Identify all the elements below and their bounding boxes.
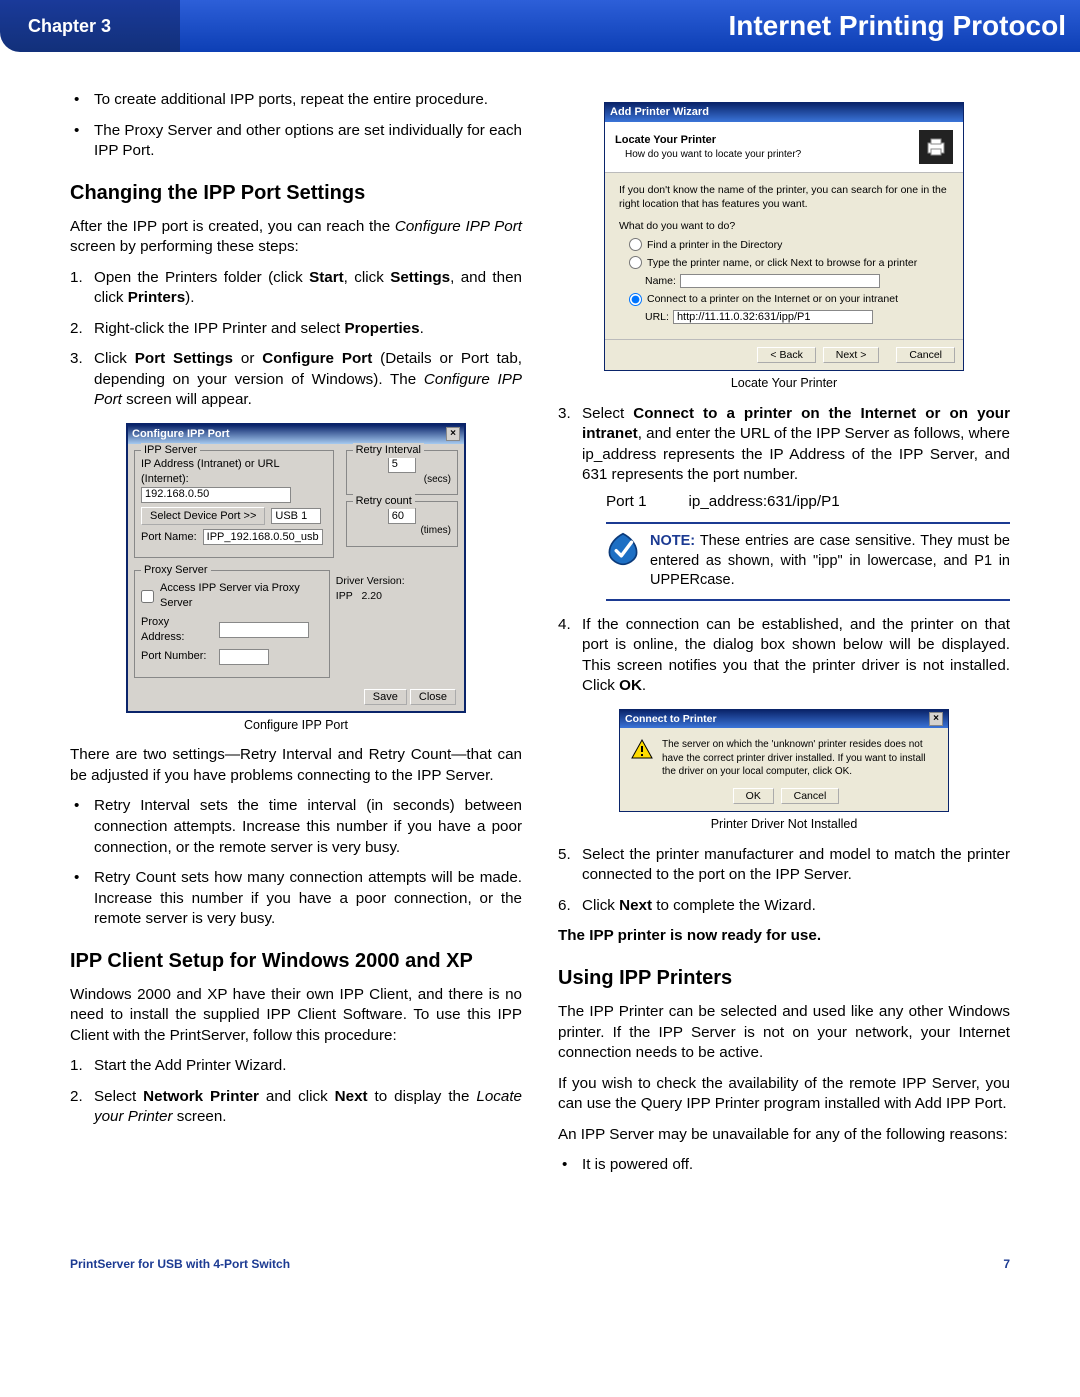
unit-label: (secs) [353,473,451,487]
step-item: Right-click the IPP Printer and select P… [70,319,522,340]
field-label: IP Address (Intranet) or URL (Internet): [141,457,327,487]
paragraph: After the IPP port is created, you can r… [70,217,522,258]
proxy-checkbox[interactable] [141,590,154,603]
page-title: Internet Printing Protocol [180,0,1080,52]
ip-input[interactable]: 192.168.0.50 [141,487,291,503]
note-callout: NOTE: These entries are case sensitive. … [606,522,1010,601]
portname-input[interactable]: IPP_192.168.0.50_usb [203,529,323,545]
group-label: Proxy Server [141,563,211,578]
wizard-subheading: How do you want to locate your printer? [625,148,801,162]
bullet-item: Retry Interval sets the time interval (i… [70,796,522,858]
proxy-address-input[interactable] [219,622,309,638]
device-input[interactable]: USB 1 [271,508,321,524]
paragraph: Windows 2000 and XP have their own IPP C… [70,985,522,1047]
figure-caption: Locate Your Printer [558,375,1010,392]
unit-label: (times) [353,524,451,538]
printer-name-input[interactable] [680,274,880,288]
driver-version: 2.20 [361,590,381,602]
back-button[interactable]: < Back [757,347,815,363]
field-label: Name: [645,274,676,288]
next-button[interactable]: Next > [823,347,880,363]
checkbox-label: Access IPP Server via Proxy Server [160,581,323,611]
field-label: Driver Version: [336,574,458,588]
step-item: Open the Printers folder (click Start, c… [70,268,522,309]
left-column: To create additional IPP ports, repeat t… [70,90,522,1185]
figure-locate-printer: Add Printer Wizard Locate Your Printer H… [558,102,1010,391]
field-label: URL: [645,310,669,324]
radio-label: Find a printer in the Directory [647,238,782,252]
figure-driver-not-installed: Connect to Printer × The server on which … [558,709,1010,833]
group-label: Retry count [353,494,415,509]
ok-button[interactable]: OK [733,788,774,804]
proxy-port-input[interactable] [219,649,269,665]
close-icon[interactable]: × [929,712,943,726]
figure-configure-ipp: Configure IPP Port × IPP Server IP Addres… [70,423,522,733]
cancel-button[interactable]: Cancel [896,347,955,363]
radio-label: Type the printer name, or click Next to … [647,256,917,270]
footer-product: PrintServer for USB with 4-Port Switch [70,1256,290,1272]
ready-text: The IPP printer is now ready for use. [558,926,1010,947]
group-label: Retry Interval [353,443,424,458]
url-input[interactable]: http://11.11.0.32:631/ipp/P1 [673,310,873,324]
close-button[interactable]: Close [410,689,456,705]
group-label: IPP Server [141,443,200,458]
port-value: ip_address:631/ipp/P1 [689,492,840,513]
right-column: Add Printer Wizard Locate Your Printer H… [558,90,1010,1185]
bullet-item: It is powered off. [558,1155,1010,1176]
cancel-button[interactable]: Cancel [781,788,840,804]
step-item: Start the Add Printer Wizard. [70,1056,522,1077]
radio-connect-internet[interactable] [629,293,642,306]
select-device-button[interactable]: Select Device Port >> [141,507,265,526]
step-item: Select Network Printer and click Next to… [70,1087,522,1128]
figure-caption: Printer Driver Not Installed [558,816,1010,833]
paragraph: An IPP Server may be unavailable for any… [558,1125,1010,1146]
save-button[interactable]: Save [364,689,407,705]
wizard-heading: Locate Your Printer [615,133,801,148]
page-footer: PrintServer for USB with 4-Port Switch 7 [70,1256,1010,1272]
field-label: Proxy Address: [141,615,213,645]
heading-client-setup: IPP Client Setup for Windows 2000 and XP [70,948,522,975]
step-item: If the connection can be established, an… [558,615,1010,697]
prompt-text: What do you want to do? [619,219,949,233]
heading-using: Using IPP Printers [558,965,1010,992]
close-icon[interactable]: × [446,427,460,441]
radio-type-name[interactable] [629,256,642,269]
page-number: 7 [1003,1256,1010,1272]
bullet-item: The Proxy Server and other options are s… [70,121,522,162]
port-label: Port 1 [606,492,647,513]
field-label: Port Number: [141,649,213,664]
dialog-title: Connect to Printer [625,712,717,726]
bullet-item: To create additional IPP ports, repeat t… [70,90,522,111]
printer-icon [919,130,953,164]
paragraph: The IPP Printer can be selected and used… [558,1002,1010,1064]
checkmark-icon [606,532,640,566]
warning-icon [630,738,654,762]
chapter-tab: Chapter 3 [0,0,180,52]
heading-changing: Changing the IPP Port Settings [70,180,522,207]
dialog-title: Add Printer Wizard [605,103,963,122]
hint-text: If you don't know the name of the printe… [619,183,949,211]
driver-name: IPP [336,590,353,602]
message-text: The server on which the 'unknown' printe… [662,738,938,779]
radio-label: Connect to a printer on the Internet or … [647,292,898,306]
dialog-title: Configure IPP Port [132,427,230,442]
figure-caption: Configure IPP Port [70,717,522,734]
bullet-item: Retry Count sets how many connection att… [70,868,522,930]
retry-count-input[interactable]: 60 [388,508,416,524]
retry-interval-input[interactable]: 5 [388,457,416,473]
field-label: Port Name: [141,530,197,545]
page-header: Chapter 3 Internet Printing Protocol [0,0,1080,52]
step-item: Click Port Settings or Configure Port (D… [70,349,522,411]
paragraph: There are two settings—Retry Interval an… [70,745,522,786]
step-item: Select the printer manufacturer and mode… [558,845,1010,886]
radio-find-directory[interactable] [629,238,642,251]
step-item: Click Next to complete the Wizard. [558,896,1010,917]
step-item: Select Connect to a printer on the Inter… [558,404,1010,601]
paragraph: If you wish to check the availability of… [558,1074,1010,1115]
